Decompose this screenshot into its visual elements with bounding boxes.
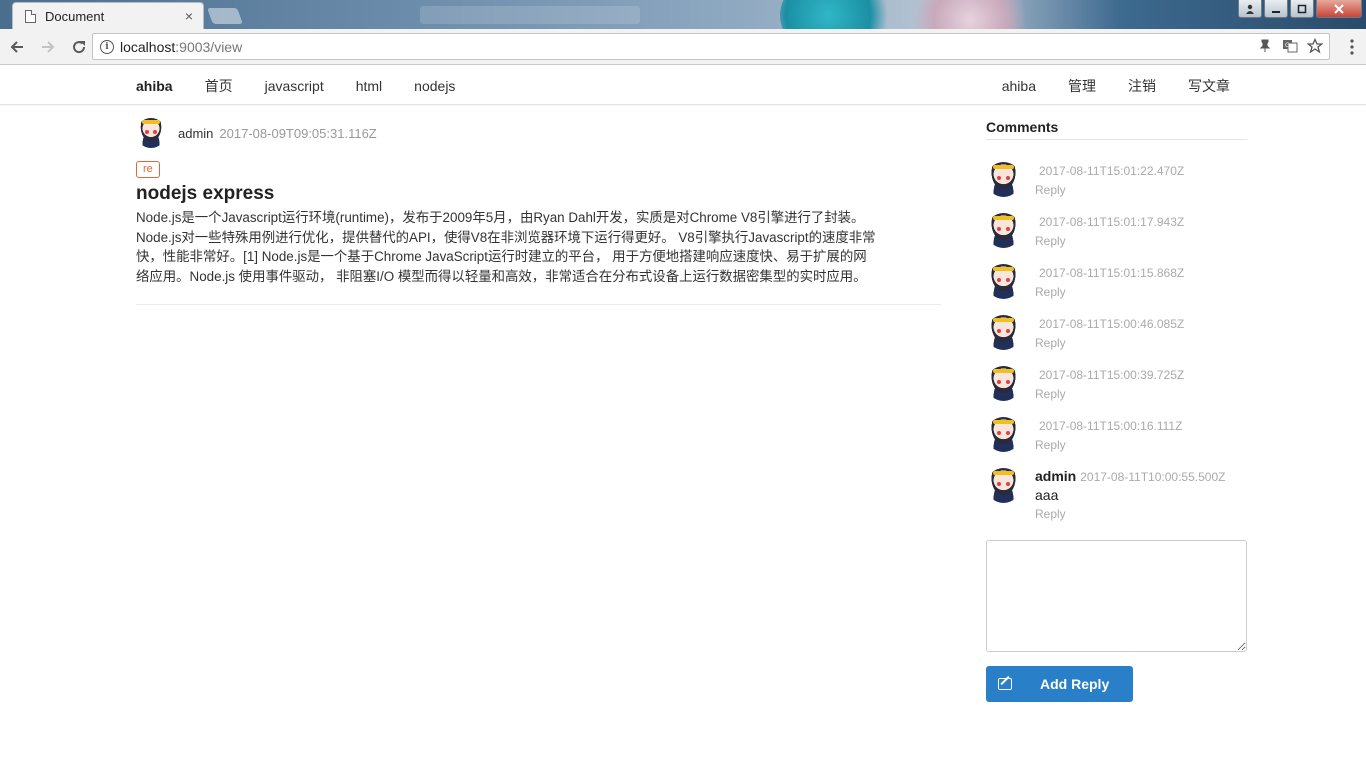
- comment-item: 2017-08-11T15:01:22.470Z Reply: [986, 140, 1247, 197]
- nav-link-write-article[interactable]: 写文章: [1188, 76, 1230, 96]
- back-arrow-icon[interactable]: [3, 33, 31, 61]
- nav-link-manage[interactable]: 管理: [1068, 76, 1096, 96]
- comment-reply-link[interactable]: Reply: [1035, 507, 1225, 521]
- maximize-icon[interactable]: [1290, 0, 1314, 18]
- browser-toolbar: i localhost:9003/view G: [0, 29, 1366, 65]
- pin-icon[interactable]: [1257, 39, 1273, 56]
- comment-text: aaa: [1035, 487, 1059, 503]
- comment-item: 2017-08-11T15:01:15.868Z Reply: [986, 242, 1247, 299]
- background-tab-ghost: [420, 6, 640, 24]
- add-reply-label: Add Reply: [1040, 676, 1110, 692]
- post-tag[interactable]: re: [136, 161, 160, 178]
- forward-arrow-icon[interactable]: [34, 33, 62, 61]
- close-icon[interactable]: [1316, 0, 1362, 18]
- post-divider: [136, 304, 941, 306]
- window-controls: [1238, 0, 1362, 18]
- post-article: admin 2017-08-09T09:05:31.116Z re nodejs…: [136, 118, 941, 306]
- url-host: localhost: [120, 38, 176, 55]
- nav-link-home[interactable]: 首页: [205, 76, 233, 96]
- comment-item: 2017-08-11T15:00:39.725Z Reply: [986, 344, 1247, 401]
- post-author-name[interactable]: admin: [178, 126, 213, 141]
- translate-icon[interactable]: G: [1282, 38, 1298, 57]
- user-icon[interactable]: [1238, 0, 1262, 18]
- browser-tab-active[interactable]: Document ×: [12, 2, 204, 29]
- new-tab-button[interactable]: [207, 8, 243, 24]
- edit-icon: [998, 678, 1012, 690]
- url-path: :9003/view: [175, 38, 243, 55]
- comment-list: 2017-08-11T15:01:22.470Z Reply 2017-08-1…: [986, 140, 1247, 521]
- bookmark-star-icon[interactable]: [1306, 37, 1324, 57]
- comments-panel: Comments 2017-08-11T15:01:22.470Z Reply …: [986, 119, 1247, 521]
- add-reply-button[interactable]: Add Reply: [986, 666, 1133, 702]
- nav-link-html[interactable]: html: [356, 78, 382, 94]
- nav-link-nodejs[interactable]: nodejs: [414, 78, 455, 94]
- nav-link-user[interactable]: ahiba: [1002, 78, 1036, 94]
- site-info-icon[interactable]: i: [100, 39, 114, 54]
- document-icon: [25, 9, 36, 23]
- comment-time: 2017-08-11T10:00:55.500Z: [1080, 470, 1226, 484]
- tab-title: Document: [45, 8, 105, 24]
- comment-time: 2017-08-11T15:01:17.943Z: [1039, 215, 1185, 229]
- comment-time: 2017-08-11T15:00:39.725Z: [1039, 368, 1185, 382]
- comment-time: 2017-08-11T15:01:22.470Z: [1039, 164, 1185, 178]
- desktop-wallpaper: [780, 0, 900, 29]
- svg-text:G: G: [1285, 42, 1290, 49]
- avatar[interactable]: [136, 118, 166, 148]
- post-author-row: admin 2017-08-09T09:05:31.116Z: [136, 118, 941, 148]
- desktop-wallpaper-detail: [900, 0, 1040, 29]
- address-bar[interactable]: i localhost:9003/view G: [92, 33, 1330, 60]
- comment-time: 2017-08-11T15:00:16.111Z: [1039, 419, 1183, 433]
- nav-link-javascript[interactable]: javascript: [265, 78, 324, 94]
- minimize-icon[interactable]: [1264, 0, 1288, 18]
- site-brand-link[interactable]: ahiba: [136, 78, 173, 94]
- nav-link-logout[interactable]: 注销: [1128, 76, 1156, 96]
- comments-heading: Comments: [986, 119, 1247, 140]
- reload-icon[interactable]: [65, 33, 93, 61]
- comment-user[interactable]: admin: [1035, 468, 1076, 484]
- post-body: Node.js是一个Javascript运行环境(runtime)，发布于200…: [136, 210, 876, 284]
- tab-close-icon[interactable]: ×: [185, 8, 193, 24]
- comment-time: 2017-08-11T15:00:46.085Z: [1039, 317, 1185, 331]
- comment-item: 2017-08-11T15:00:46.085Z Reply: [986, 293, 1247, 350]
- post-timestamp: 2017-08-09T09:05:31.116Z: [219, 125, 377, 141]
- comment-item: 2017-08-11T15:01:17.943Z Reply: [986, 191, 1247, 248]
- post-title: nodejs express: [136, 183, 275, 204]
- browser-menu-icon[interactable]: [1350, 39, 1354, 55]
- comment-time: 2017-08-11T15:01:15.868Z: [1039, 266, 1185, 280]
- avatar[interactable]: [986, 468, 1021, 503]
- site-navbar: ahiba 首页 javascript html nodejs ahiba 管理…: [0, 66, 1366, 105]
- browser-titlebar: Document ×: [0, 0, 1366, 29]
- comment-item: admin 2017-08-11T10:00:55.500Z aaa Reply: [986, 446, 1247, 521]
- comment-item: 2017-08-11T15:00:16.111Z Reply: [986, 395, 1247, 452]
- reply-textarea[interactable]: [986, 540, 1247, 652]
- web-page: ahiba 首页 javascript html nodejs ahiba 管理…: [0, 66, 1366, 768]
